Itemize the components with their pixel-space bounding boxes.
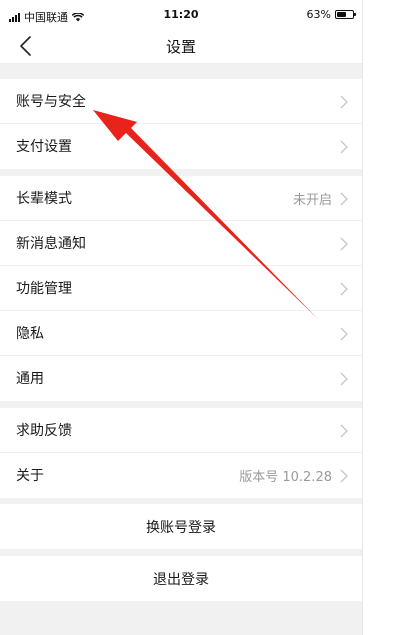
settings-group-account: 账号与安全 支付设置 <box>0 79 362 169</box>
page-title: 设置 <box>165 38 196 56</box>
chevron-right-icon <box>340 237 348 251</box>
settings-item-label: 功能管理 <box>16 281 72 297</box>
settings-item-label: 长辈模式 <box>16 191 72 207</box>
switch-account-button[interactable]: 换账号登录 <box>0 504 362 549</box>
settings-item-value: 未开启 <box>292 193 332 208</box>
settings-item-elder-mode[interactable]: 长辈模式 未开启 <box>0 176 362 221</box>
chevron-right-icon <box>340 327 348 341</box>
battery-percent: 63% <box>306 8 331 21</box>
navigation-bar: 设置 <box>0 30 362 64</box>
status-right: 63% <box>306 8 356 21</box>
settings-item-label: 账号与安全 <box>16 94 86 110</box>
settings-item-label: 关于 <box>16 468 44 484</box>
settings-item-notifications[interactable]: 新消息通知 <box>0 221 362 266</box>
chevron-right-icon <box>340 192 348 206</box>
chevron-right-icon <box>340 282 348 296</box>
settings-group-help: 求助反馈 关于 版本号 10.2.28 <box>0 408 362 498</box>
chevron-right-icon <box>340 140 348 154</box>
settings-item-account-security[interactable]: 账号与安全 <box>0 79 362 124</box>
chevron-right-icon <box>340 469 348 483</box>
settings-item-feature-management[interactable]: 功能管理 <box>0 266 362 311</box>
logout-label: 退出登录 <box>153 572 209 588</box>
settings-item-label: 求助反馈 <box>16 423 72 439</box>
battery-icon <box>335 10 356 19</box>
settings-item-label: 新消息通知 <box>16 236 86 252</box>
chevron-right-icon <box>340 372 348 386</box>
logout-button[interactable]: 退出登录 <box>0 556 362 601</box>
chevron-right-icon <box>340 95 348 109</box>
settings-screen: 中国联通 11:20 63% 设置 账号与安全 支付设置 长辈模式 未开启 新消… <box>0 0 363 635</box>
chevron-right-icon <box>340 424 348 438</box>
settings-item-feedback[interactable]: 求助反馈 <box>0 408 362 453</box>
settings-item-about[interactable]: 关于 版本号 10.2.28 <box>0 453 362 498</box>
settings-item-label: 通用 <box>16 371 44 387</box>
settings-item-payment[interactable]: 支付设置 <box>0 124 362 169</box>
switch-account-label: 换账号登录 <box>146 520 216 536</box>
settings-item-privacy[interactable]: 隐私 <box>0 311 362 356</box>
settings-item-general[interactable]: 通用 <box>0 356 362 401</box>
settings-item-label: 隐私 <box>16 326 44 342</box>
version-label: 版本号 10.2.28 <box>239 470 332 485</box>
status-bar: 中国联通 11:20 63% <box>0 0 362 30</box>
settings-item-label: 支付设置 <box>16 139 72 155</box>
settings-group-general: 长辈模式 未开启 新消息通知 功能管理 隐私 通用 <box>0 176 362 401</box>
